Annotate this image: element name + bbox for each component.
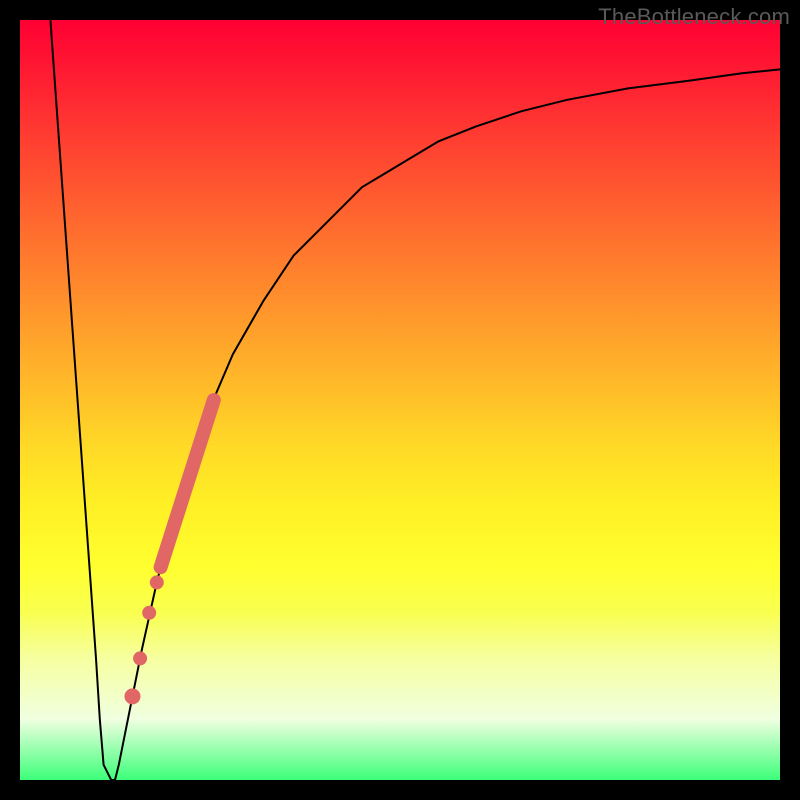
watermark-text: TheBottleneck.com	[598, 4, 790, 30]
highlight-segment	[161, 400, 214, 567]
series-group	[50, 20, 780, 780]
dot-3	[133, 651, 147, 665]
dot-4	[124, 688, 140, 704]
chart-svg	[20, 20, 780, 780]
dot-1	[150, 575, 164, 589]
bottleneck-curve-right	[115, 69, 780, 780]
dot-2	[142, 606, 156, 620]
bottleneck-curve-left	[50, 20, 115, 780]
marker-group	[124, 400, 213, 704]
plot-area	[20, 20, 780, 780]
chart-frame: TheBottleneck.com	[0, 0, 800, 800]
